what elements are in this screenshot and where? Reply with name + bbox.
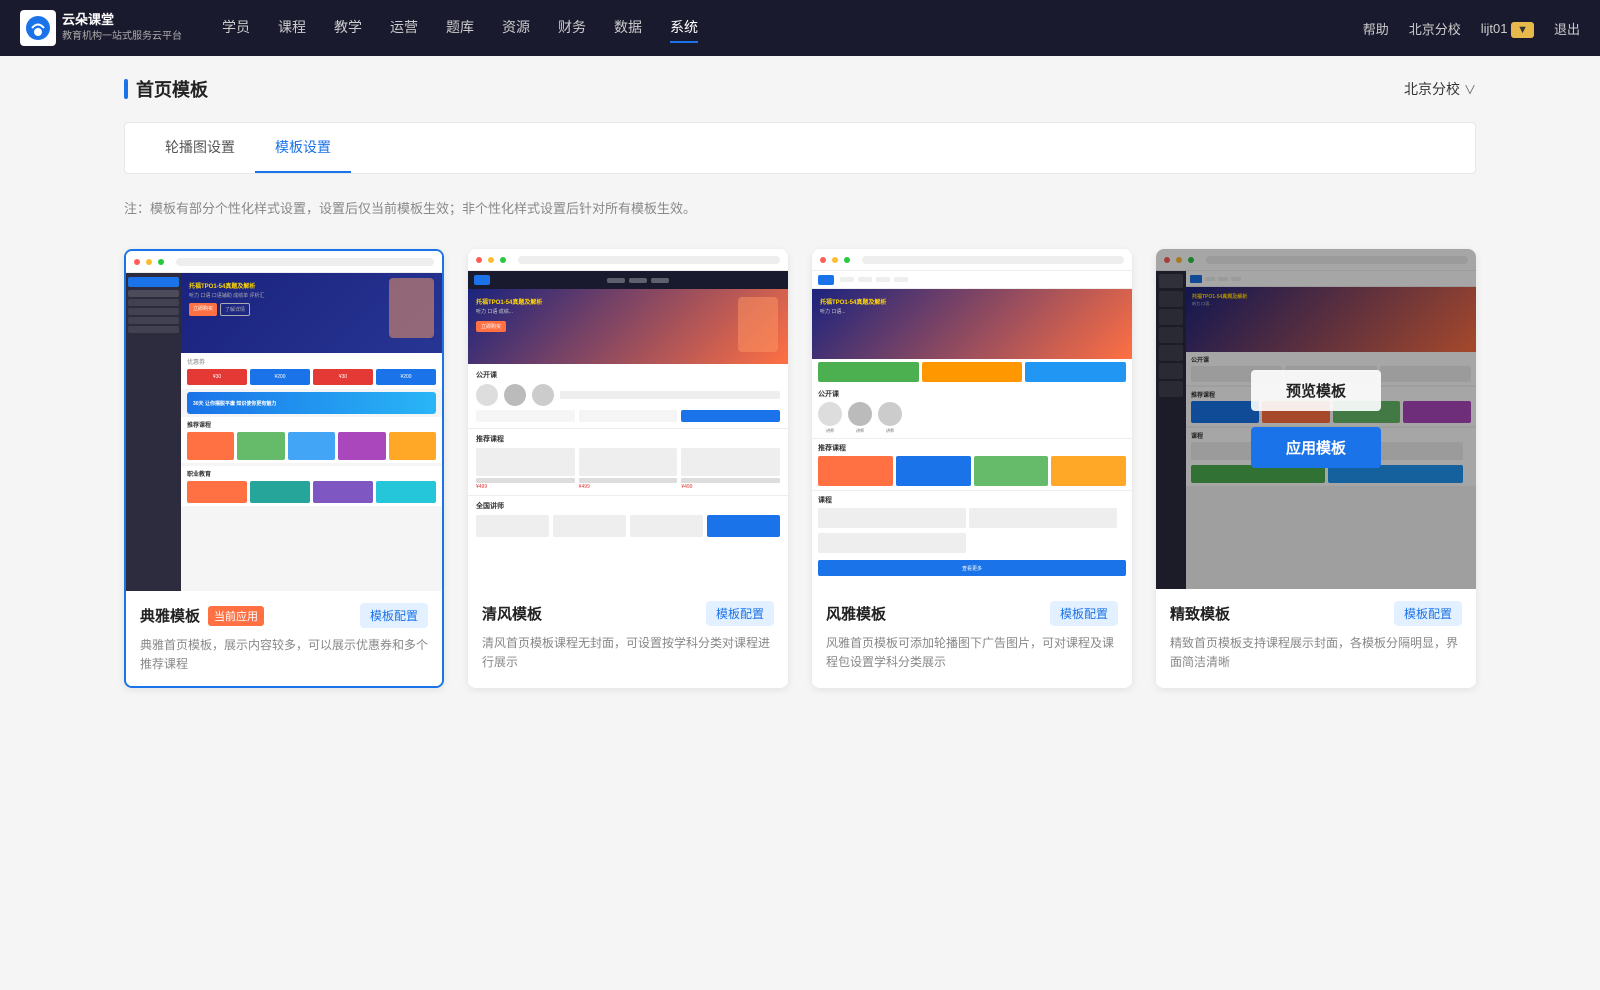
mockup-3: 托福TPO1-54真题及解析 听力 口语... 公开课: [812, 249, 1132, 589]
card-title-row-2: 清风模板 模板配置: [482, 601, 774, 626]
card-title-row-1: 典雅模板 当前应用 模板配置: [140, 603, 428, 628]
card-info-3: 风雅模板 模板配置 风雅首页模板可添加轮播图下广告图片，可对课程及课程包设置学科…: [812, 589, 1132, 684]
template-card-2: 托福TPO1-54真题及解析 听力 口语 成绩... 立即购买 公开课: [468, 249, 788, 688]
nav-system[interactable]: 系统: [670, 13, 698, 43]
page-title-wrapper: 首页模板: [124, 76, 208, 102]
nav-branch[interactable]: 北京分校: [1409, 19, 1461, 38]
template-name-3: 风雅模板: [826, 603, 886, 624]
page-header: 首页模板 北京分校 ∨: [124, 76, 1476, 102]
template-config-btn-3[interactable]: 模板配置: [1050, 601, 1118, 626]
template-card-3: 托福TPO1-54真题及解析 听力 口语... 公开课: [812, 249, 1132, 688]
preview-template-btn-4[interactable]: 预览模板: [1251, 370, 1381, 411]
card-title-left-1: 典雅模板 当前应用: [140, 605, 264, 626]
nav-operations[interactable]: 运营: [390, 13, 418, 43]
template-badge-1: 当前应用: [208, 606, 264, 626]
tabs: 轮播图设置 模板设置: [145, 123, 1455, 173]
user-dropdown-icon[interactable]: ▼: [1511, 22, 1534, 38]
template-name-4: 精致模板: [1170, 603, 1230, 624]
apply-template-btn-4[interactable]: 应用模板: [1251, 427, 1381, 468]
template-desc-2: 清风首页模板课程无封面，可设置按学科分类对课程进行展示: [482, 634, 774, 672]
template-preview-1[interactable]: 托福TPO1-54真题及解析 听力 口语 口语辅助 成绩单 评析汇 立即购买 了…: [126, 251, 442, 591]
chevron-down-icon: ∨: [1464, 81, 1476, 98]
nav-finance[interactable]: 财务: [558, 13, 586, 43]
template-name-1: 典雅模板: [140, 605, 200, 626]
card-info-4: 精致模板 模板配置 精致首页模板支持课程展示封面，各模板分隔明显，界面简洁清晰: [1156, 589, 1476, 684]
template-desc-1: 典雅首页模板，展示内容较多，可以展示优惠券和多个推荐课程: [140, 636, 428, 674]
template-preview-3[interactable]: 托福TPO1-54真题及解析 听力 口语... 公开课: [812, 249, 1132, 589]
brand-text: 云朵课堂 教育机构一站式服务云平台: [62, 12, 182, 43]
card-title-row-4: 精致模板 模板配置: [1170, 601, 1462, 626]
template-desc-3: 风雅首页模板可添加轮播图下广告图片，可对课程及课程包设置学科分类展示: [826, 634, 1118, 672]
template-card-4: 预览模板 应用模板: [1156, 249, 1476, 688]
nav-students[interactable]: 学员: [222, 13, 250, 43]
mockup-1: 托福TPO1-54真题及解析 听力 口语 口语辅助 成绩单 评析汇 立即购买 了…: [126, 251, 442, 591]
card-info-2: 清风模板 模板配置 清风首页模板课程无封面，可设置按学科分类对课程进行展示: [468, 589, 788, 684]
nav-resources[interactable]: 资源: [502, 13, 530, 43]
template-overlay-4: 预览模板 应用模板: [1156, 249, 1476, 589]
nav-questions[interactable]: 题库: [446, 13, 474, 43]
page-title: 首页模板: [136, 76, 208, 102]
template-config-btn-1[interactable]: 模板配置: [360, 603, 428, 628]
note-bar: 注：模板有部分个性化样式设置，设置后仅当前模板生效；非个性化样式设置后针对所有模…: [124, 190, 1476, 225]
nav-teaching[interactable]: 教学: [334, 13, 362, 43]
template-preview-2[interactable]: 托福TPO1-54真题及解析 听力 口语 成绩... 立即购买 公开课: [468, 249, 788, 589]
card-title-left-3: 风雅模板: [826, 603, 886, 624]
template-config-btn-2[interactable]: 模板配置: [706, 601, 774, 626]
nav-user[interactable]: lijt01 ▼: [1481, 21, 1534, 36]
tab-carousel[interactable]: 轮播图设置: [145, 123, 255, 173]
nav-help[interactable]: 帮助: [1363, 19, 1389, 38]
tabs-container: 轮播图设置 模板设置: [124, 122, 1476, 174]
brand-logo: [20, 10, 56, 46]
templates-grid: 托福TPO1-54真题及解析 听力 口语 口语辅助 成绩单 评析汇 立即购买 了…: [124, 249, 1476, 688]
branch-selector[interactable]: 北京分校 ∨: [1404, 79, 1476, 99]
nav-courses[interactable]: 课程: [278, 13, 306, 43]
mockup-2: 托福TPO1-54真题及解析 听力 口语 成绩... 立即购买 公开课: [468, 249, 788, 589]
card-title-left-2: 清风模板: [482, 603, 542, 624]
template-preview-4[interactable]: 预览模板 应用模板: [1156, 249, 1476, 589]
page-title-bar: [124, 79, 128, 99]
page-container: 首页模板 北京分校 ∨ 轮播图设置 模板设置 注：模板有部分个性化样式设置，设置…: [100, 56, 1500, 708]
card-info-1: 典雅模板 当前应用 模板配置 典雅首页模板，展示内容较多，可以展示优惠券和多个推…: [126, 591, 442, 686]
nav-data[interactable]: 数据: [614, 13, 642, 43]
tab-template[interactable]: 模板设置: [255, 123, 351, 173]
template-desc-4: 精致首页模板支持课程展示封面，各模板分隔明显，界面简洁清晰: [1170, 634, 1462, 672]
nav-items: 学员 课程 教学 运营 题库 资源 财务 数据 系统: [222, 13, 1363, 43]
card-title-row-3: 风雅模板 模板配置: [826, 601, 1118, 626]
template-card-1: 托福TPO1-54真题及解析 听力 口语 口语辅助 成绩单 评析汇 立即购买 了…: [124, 249, 444, 688]
template-name-2: 清风模板: [482, 603, 542, 624]
card-title-left-4: 精致模板: [1170, 603, 1230, 624]
nav-logout[interactable]: 退出: [1554, 19, 1580, 38]
template-config-btn-4[interactable]: 模板配置: [1394, 601, 1462, 626]
navbar: 云朵课堂 教育机构一站式服务云平台 学员 课程 教学 运营 题库 资源 财务 数…: [0, 0, 1600, 56]
nav-right: 帮助 北京分校 lijt01 ▼ 退出: [1363, 19, 1580, 38]
brand: 云朵课堂 教育机构一站式服务云平台: [20, 10, 182, 46]
